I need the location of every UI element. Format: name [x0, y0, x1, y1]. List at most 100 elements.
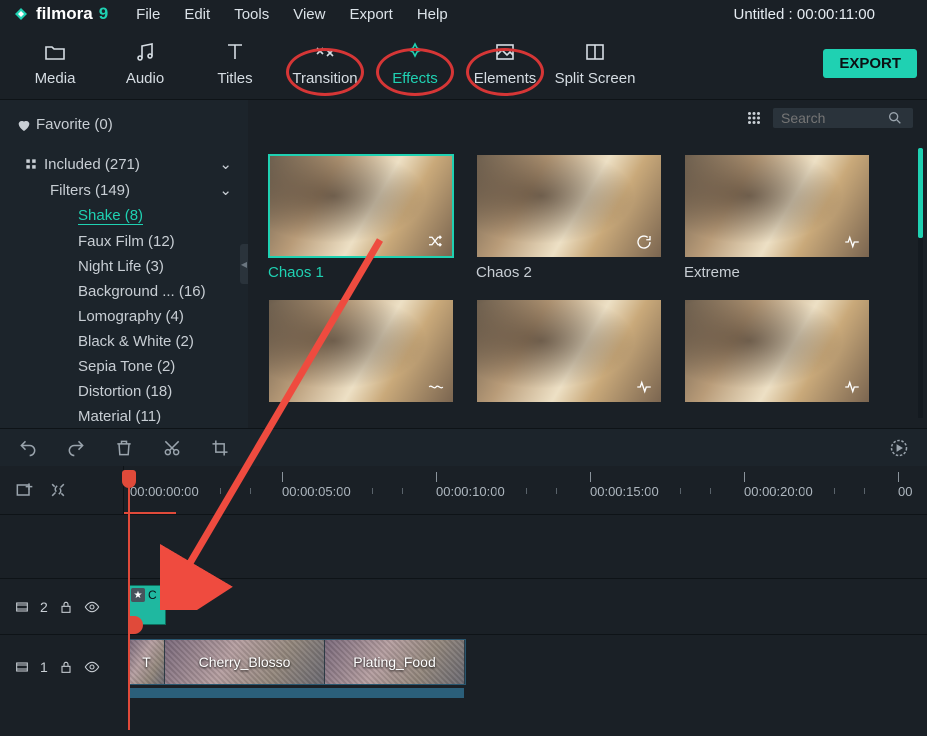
tab-audio[interactable]: Audio [100, 40, 190, 87]
music-icon [133, 40, 157, 64]
pulse-icon [635, 378, 653, 396]
folder-icon [43, 40, 67, 64]
sidebar-item-lomography[interactable]: Lomography (4) [0, 304, 248, 329]
tab-media[interactable]: Media [10, 40, 100, 87]
timeline-ruler[interactable]: 00:00:00:00 00:00:05:00 00:00:10:00 00:0… [124, 466, 927, 514]
sidebar-collapse-handle[interactable] [240, 244, 248, 284]
document-title: Untitled : 00:00:11:00 [733, 6, 915, 23]
eye-icon[interactable] [84, 659, 100, 675]
lock-icon[interactable] [58, 599, 74, 615]
playhead[interactable] [128, 470, 130, 730]
document-title-text: Untitled : [733, 6, 792, 23]
image-icon [493, 40, 517, 64]
search-input[interactable] [781, 110, 881, 126]
menu-export[interactable]: Export [349, 6, 392, 23]
ruler-mark: 00:00:15:00 [590, 484, 659, 499]
track-header: 1 [0, 635, 124, 698]
unlink-icon[interactable] [48, 480, 68, 500]
clip-segment[interactable]: Cherry_Blosso [165, 640, 325, 684]
redo-icon[interactable] [66, 438, 86, 458]
sidebar-included[interactable]: Included (271) ⌄ [0, 151, 248, 177]
menu-help[interactable]: Help [417, 6, 448, 23]
track-body[interactable]: T Cherry_Blosso Plating_Food [124, 635, 927, 698]
effect-label: Chaos 1 [268, 264, 454, 281]
crop-icon[interactable] [210, 438, 230, 458]
chevron-down-icon: ⌄ [219, 155, 232, 173]
menu-view[interactable]: View [293, 6, 325, 23]
export-button[interactable]: EXPORT [823, 49, 917, 78]
tab-elements-label: Elements [474, 70, 537, 87]
sidebar-item-material[interactable]: Material (11) [0, 404, 248, 428]
effect-thumb[interactable]: Chaos 1 [268, 154, 454, 281]
effect-thumb[interactable]: Chaos 2 [476, 154, 662, 281]
sidebar-item-label: Background ... (16) [78, 283, 206, 300]
refresh-icon [635, 233, 653, 251]
tab-splitscreen-label: Split Screen [555, 70, 636, 87]
sidebar-item-label: Faux Film (12) [78, 233, 175, 250]
track-video: 1 T Cherry_Blosso Plating_Food [0, 634, 927, 698]
timeline-header: 00:00:00:00 00:00:05:00 00:00:10:00 00:0… [0, 466, 927, 514]
clip-segment[interactable]: Plating_Food [325, 640, 465, 684]
track-number: 2 [40, 599, 48, 615]
sidebar-favorite[interactable]: Favorite (0) [0, 108, 248, 141]
wave-icon [427, 378, 445, 396]
video-clip[interactable]: T Cherry_Blosso Plating_Food [128, 639, 466, 685]
eye-icon[interactable] [84, 599, 100, 615]
scrollbar-thumb[interactable] [918, 148, 923, 238]
menu-tools[interactable]: Tools [234, 6, 269, 23]
fx-clip[interactable]: ★ C [128, 585, 166, 625]
heart-icon [16, 117, 32, 133]
filmstrip-icon [14, 599, 30, 615]
cut-icon[interactable] [162, 438, 182, 458]
menu-file[interactable]: File [136, 6, 160, 23]
ruler-mark: 00:00:05:00 [282, 484, 351, 499]
sidebar-item-sepia[interactable]: Sepia Tone (2) [0, 354, 248, 379]
filmstrip-icon [14, 659, 30, 675]
ruler-mark: 00:00:10:00 [436, 484, 505, 499]
search-box[interactable] [773, 108, 913, 128]
tab-bar: Media Audio Titles Transition Effects El… [0, 28, 927, 100]
track-fx: 2 ★ C [0, 578, 927, 634]
scrollbar[interactable] [918, 148, 923, 418]
sidebar-item-background[interactable]: Background ... (16) [0, 279, 248, 304]
sidebar-item-distortion[interactable]: Distortion (18) [0, 379, 248, 404]
menu-bar: File Edit Tools View Export Help [136, 6, 448, 23]
sidebar-item-fauxfilm[interactable]: Faux Film (12) [0, 229, 248, 254]
delete-icon[interactable] [114, 438, 134, 458]
sidebar-filters[interactable]: Filters (149) ⌄ [0, 177, 248, 203]
effect-thumb[interactable] [476, 299, 662, 403]
effect-preview [684, 299, 870, 403]
tab-splitscreen[interactable]: Split Screen [550, 40, 640, 87]
tab-titles[interactable]: Titles [190, 40, 280, 87]
menu-edit[interactable]: Edit [184, 6, 210, 23]
track-header: 2 [0, 579, 124, 634]
clip-segment[interactable]: T [129, 640, 165, 684]
effect-label: Extreme [684, 264, 870, 281]
content-panel: Chaos 1 Chaos 2 Extreme [248, 100, 927, 428]
pulse-icon [843, 233, 861, 251]
tab-effects[interactable]: Effects [370, 40, 460, 87]
add-track-icon[interactable] [14, 480, 34, 500]
track-body[interactable]: ★ C [124, 579, 927, 634]
lock-icon[interactable] [58, 659, 74, 675]
tab-elements[interactable]: Elements [460, 40, 550, 87]
clip-handle[interactable] [129, 616, 143, 634]
sidebar-item-blackwhite[interactable]: Black & White (2) [0, 329, 248, 354]
undo-icon[interactable] [18, 438, 38, 458]
sidebar-item-shake[interactable]: Shake (8) [0, 203, 248, 229]
effect-preview [268, 154, 454, 258]
split-icon [583, 40, 607, 64]
grid-view-icon[interactable] [745, 109, 763, 127]
app-version: 9 [99, 4, 108, 24]
effect-thumb[interactable] [684, 299, 870, 403]
effect-preview [476, 299, 662, 403]
sidebar-item-label: Black & White (2) [78, 333, 194, 350]
sidebar-item-label: Material (11) [78, 408, 161, 425]
effect-thumb[interactable] [268, 299, 454, 403]
effects-grid: Chaos 1 Chaos 2 Extreme [248, 136, 927, 421]
render-preview-icon[interactable] [889, 438, 909, 458]
tab-transition[interactable]: Transition [280, 40, 370, 87]
sidebar-item-nightlife[interactable]: Night Life (3) [0, 254, 248, 279]
effect-thumb[interactable]: Extreme [684, 154, 870, 281]
tab-audio-label: Audio [126, 70, 164, 87]
